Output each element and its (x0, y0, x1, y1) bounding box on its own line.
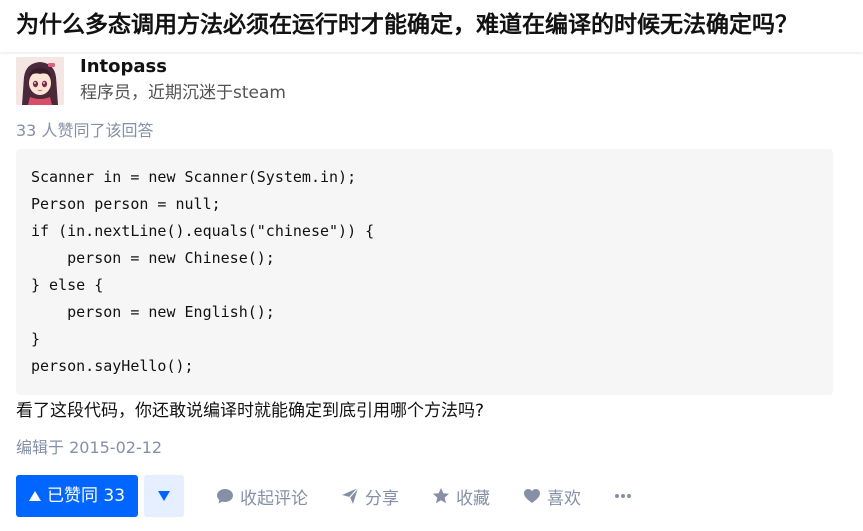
vote-up-label: 已赞同 33 (46, 486, 126, 506)
vote-count-meta[interactable]: 33 人赞同了该回答 (16, 119, 153, 143)
avatar-anime-girl-icon (16, 57, 64, 105)
code-line: Scanner in = new Scanner(System.in); (31, 168, 357, 186)
vote-up-button[interactable]: 已赞同 33 (16, 475, 138, 517)
comment-icon (217, 489, 233, 504)
answer-actions: 已赞同 33 收起评论 分享 收藏 喜欢 (16, 475, 846, 517)
answer-page: 为什么多态调用方法必须在运行时才能确定，难道在编译的时候无法确定吗？ Intop… (0, 0, 863, 531)
favorite-button[interactable]: 收藏 (432, 475, 490, 517)
share-icon (342, 487, 359, 504)
code-block: Scanner in = new Scanner(System.in); Per… (16, 149, 833, 395)
like-button[interactable]: 喜欢 (523, 475, 581, 517)
answer-text: 看了这段代码，你还敢说编译时就能确定到底引用哪个方法吗? (16, 401, 485, 421)
comments-label: 收起评论 (240, 488, 308, 509)
favorite-label: 收藏 (456, 488, 490, 509)
code-line: } else { (31, 276, 104, 294)
author-headline: 程序员，近期沉迷于steam (80, 83, 286, 103)
triangle-up-icon (28, 491, 41, 501)
avatar[interactable] (16, 57, 64, 105)
code-line: } (31, 330, 41, 348)
code-line: person = new English(); (31, 303, 275, 321)
comments-button[interactable]: 收起评论 (216, 475, 308, 517)
code-line: if (in.nextLine().equals("chinese")) { (31, 222, 375, 240)
code-line: Person person = null; (31, 195, 221, 213)
vote-down-button[interactable] (144, 475, 184, 517)
share-label: 分享 (365, 488, 399, 509)
author-name[interactable]: Intopass (80, 55, 167, 79)
more-dots-icon (615, 494, 631, 498)
code-line: person.sayHello(); (31, 357, 194, 375)
author-info: Intopass 程序员，近期沉迷于steam (16, 55, 616, 105)
share-button[interactable]: 分享 (341, 475, 399, 517)
star-icon (433, 488, 449, 504)
more-button[interactable] (614, 475, 632, 517)
like-label: 喜欢 (547, 488, 581, 509)
edited-time[interactable]: 编辑于 2015-02-12 (16, 436, 162, 460)
heart-icon (524, 489, 540, 503)
triangle-down-icon (158, 491, 170, 501)
question-title[interactable]: 为什么多态调用方法必须在运行时才能确定，难道在编译的时候无法确定吗？ (16, 8, 846, 42)
question-header: 为什么多态调用方法必须在运行时才能确定，难道在编译的时候无法确定吗？ (0, 0, 863, 52)
code-line: person = new Chinese(); (31, 249, 275, 267)
